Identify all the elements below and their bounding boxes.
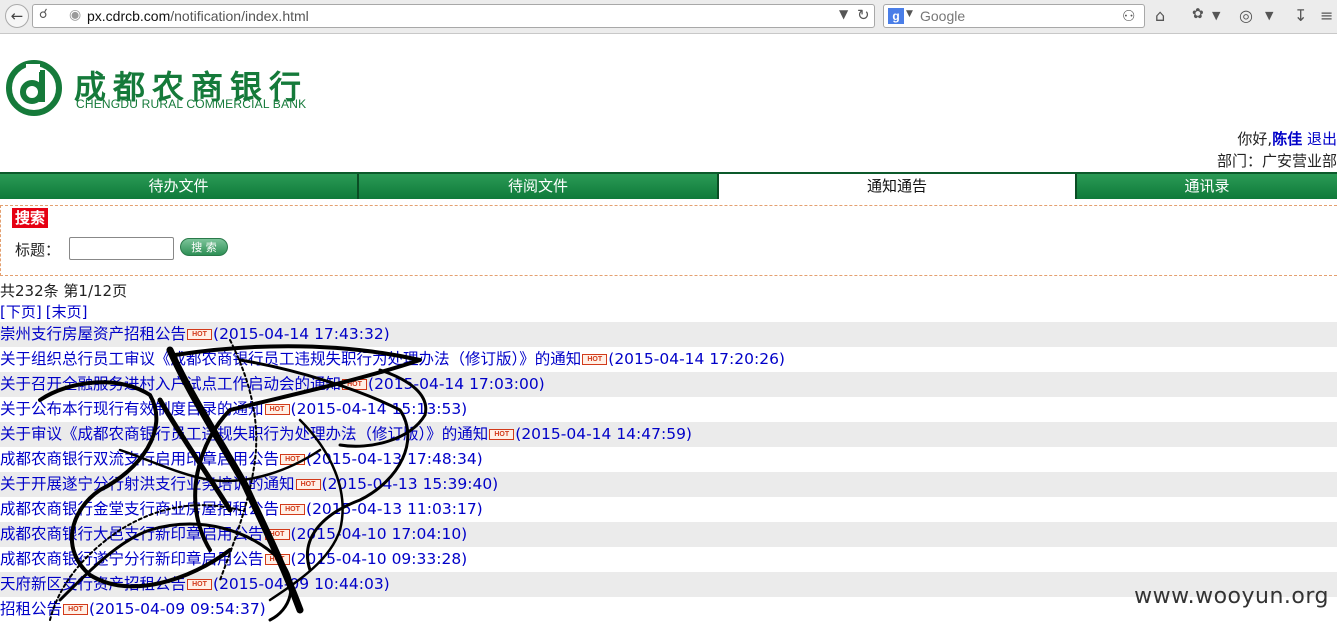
- notice-date: (2015-04-14 17:20:26): [608, 350, 785, 368]
- hot-badge-icon: HOT: [342, 379, 368, 390]
- pagination: [下页] [末页]: [0, 301, 91, 322]
- home-icon[interactable]: ⌂: [1155, 6, 1165, 25]
- bank-name-en: CHENGDU RURAL COMMERCIAL BANK: [76, 97, 307, 111]
- back-button[interactable]: ←: [5, 4, 29, 28]
- notice-title[interactable]: 关于召开全融服务进村入户试点工作启动会的通知: [0, 375, 341, 393]
- title-field-label: 标题：: [15, 241, 61, 259]
- notice-title[interactable]: 招租公告: [0, 600, 62, 618]
- main-nav-tabs: 待办文件 待阅文件 通知通告 通讯录: [0, 172, 1337, 199]
- title-search-input[interactable]: [69, 237, 174, 260]
- globe-icon: ◉: [69, 7, 82, 23]
- notice-title[interactable]: 成都农商银行金堂支行商业房屋招租公告: [0, 500, 279, 518]
- hot-badge-icon: HOT: [264, 404, 290, 415]
- notice-title[interactable]: 成都农商银行大邑支行新印章启用公告: [0, 525, 264, 543]
- proxy-icon[interactable]: ◎: [1239, 6, 1253, 25]
- notice-date: (2015-04-13 15:39:40): [321, 475, 499, 493]
- hot-badge-icon: HOT: [489, 429, 515, 440]
- list-item[interactable]: 关于组织总行员工审议《成都农商银行员工违规失职行为处理办法（修订版）》的通知 HO…: [0, 347, 1337, 372]
- hot-badge-icon: HOT: [63, 604, 89, 615]
- notice-date: (2015-04-14 15:13:53): [290, 400, 468, 418]
- menu-icon[interactable]: ≡: [1320, 6, 1333, 25]
- notice-list: 崇州支行房屋资产招租公告 HOT (2015-04-14 17:43:32) 关于组…: [0, 322, 1337, 622]
- hot-badge-icon: HOT: [295, 479, 321, 490]
- notice-title[interactable]: 崇州支行房屋资产招租公告: [0, 325, 186, 343]
- user-name: 陈佳: [1272, 130, 1303, 148]
- notice-title[interactable]: 关于公布本行现行有效制度目录的通知: [0, 400, 264, 418]
- notice-title[interactable]: 关于组织总行员工审议《成都农商银行员工违规失职行为处理办法（修订版）》的通知: [0, 350, 581, 368]
- greeting-text: 你好,: [1237, 130, 1273, 148]
- binoculars-icon[interactable]: ⚇: [1122, 7, 1135, 25]
- notice-title[interactable]: 关于开展遂宁分行射洪支行业务培训的通知: [0, 475, 295, 493]
- notice-date: (2015-04-10 17:04:10): [290, 525, 468, 543]
- notice-date: (2015-04-10 09:33:28): [290, 550, 468, 568]
- dept-value: 广安营业部: [1261, 152, 1337, 170]
- search-button[interactable]: 搜 索: [180, 238, 228, 256]
- notice-title[interactable]: 成都农商银行双流支行启用印章启用公告: [0, 450, 279, 468]
- search-panel: 搜索 标题： 搜 索: [0, 205, 1337, 276]
- tab-notices[interactable]: 通知通告: [719, 174, 1077, 199]
- notice-date: (2015-04-13 17:48:34): [306, 450, 483, 468]
- tab-contacts[interactable]: 通讯录: [1077, 174, 1337, 199]
- browser-toolbar: ← ☌ ◉ px.cdrcb.com/notification/index.ht…: [0, 0, 1337, 34]
- notice-title[interactable]: 成都农商银行遂宁分行新印章启用公告: [0, 550, 264, 568]
- notice-date: (2015-04-09 09:54:37): [89, 600, 266, 618]
- download-icon[interactable]: ↧: [1294, 6, 1307, 25]
- addon-icon[interactable]: ✿: [1192, 6, 1204, 22]
- url-text: px.cdrcb.com/notification/index.html: [87, 8, 309, 24]
- url-path: /notification/index.html: [170, 8, 309, 24]
- notice-title[interactable]: 天府新区支行资产招租公告: [0, 575, 186, 593]
- notice-date: (2015-04-09 10:44:03): [213, 575, 390, 593]
- logout-link[interactable]: 退出: [1307, 130, 1337, 148]
- dropdown-icon[interactable]: ▼: [839, 7, 848, 21]
- url-bar[interactable]: ☌ ◉ px.cdrcb.com/notification/index.html…: [32, 4, 875, 28]
- hot-badge-icon: HOT: [264, 554, 290, 565]
- hot-badge-icon: HOT: [187, 329, 213, 340]
- department-info: 部门：广安营业部: [1217, 150, 1337, 171]
- notice-title[interactable]: 关于审议《成都农商银行员工违规失职行为处理办法（修订版）》的通知: [0, 425, 488, 443]
- notice-date: (2015-04-14 17:43:32): [213, 325, 390, 343]
- result-count: 共232条 第1/12页: [0, 282, 128, 300]
- proxy-dropdown-icon[interactable]: ▼: [1265, 9, 1273, 22]
- reload-icon[interactable]: ↻: [857, 6, 870, 24]
- list-item[interactable]: 关于公布本行现行有效制度目录的通知 HOT (2015-04-14 15:13:53…: [0, 397, 1337, 422]
- hot-badge-icon: HOT: [280, 504, 306, 515]
- tab-read-docs[interactable]: 待阅文件: [359, 174, 719, 199]
- hot-badge-icon: HOT: [280, 454, 306, 465]
- notice-date: (2015-04-14 17:03:00): [368, 375, 545, 393]
- addon-dropdown-icon[interactable]: ▼: [1212, 9, 1220, 22]
- hot-badge-icon: HOT: [582, 354, 608, 365]
- list-item[interactable]: 崇州支行房屋资产招租公告 HOT (2015-04-14 17:43:32): [0, 322, 1337, 347]
- url-host: px.cdrcb.com: [87, 8, 171, 24]
- hot-badge-icon: HOT: [264, 529, 290, 540]
- list-item[interactable]: 关于审议《成都农商银行员工违规失职行为处理办法（修订版）》的通知 HOT (2015…: [0, 422, 1337, 447]
- last-page-link[interactable]: [末页]: [46, 303, 88, 321]
- engine-dropdown-icon[interactable]: ▼: [906, 9, 913, 19]
- list-item[interactable]: 成都农商银行金堂支行商业房屋招租公告 HOT (2015-04-13 11:03:1…: [0, 497, 1337, 522]
- hot-badge-icon: HOT: [187, 579, 213, 590]
- web-search-bar[interactable]: g ▼ Google ⚇: [883, 4, 1145, 28]
- watermark: www.wooyun.org: [1134, 584, 1329, 609]
- list-item[interactable]: 成都农商银行遂宁分行新印章启用公告 HOT (2015-04-10 09:33:28…: [0, 547, 1337, 572]
- list-item[interactable]: 成都农商银行双流支行启用印章启用公告 HOT (2015-04-13 17:48:3…: [0, 447, 1337, 472]
- key-icon: ☌: [39, 7, 48, 22]
- notice-date: (2015-04-13 11:03:17): [306, 500, 483, 518]
- list-item[interactable]: 关于开展遂宁分行射洪支行业务培训的通知 HOT (2015-04-13 15:39:…: [0, 472, 1337, 497]
- google-icon: g: [888, 8, 904, 24]
- bank-logo-icon: [6, 60, 62, 116]
- list-item[interactable]: 关于召开全融服务进村入户试点工作启动会的通知 HOT (2015-04-14 17:…: [0, 372, 1337, 397]
- search-placeholder: Google: [920, 8, 966, 24]
- next-page-link[interactable]: [下页]: [0, 303, 42, 321]
- dept-label: 部门：: [1216, 152, 1262, 170]
- list-item[interactable]: 成都农商银行大邑支行新印章启用公告 HOT (2015-04-10 17:04:10…: [0, 522, 1337, 547]
- user-greeting: 你好,陈佳 退出: [1237, 128, 1337, 149]
- search-panel-title: 搜索: [12, 208, 49, 228]
- tab-pending-docs[interactable]: 待办文件: [0, 174, 359, 199]
- notice-date: (2015-04-14 14:47:59): [515, 425, 692, 443]
